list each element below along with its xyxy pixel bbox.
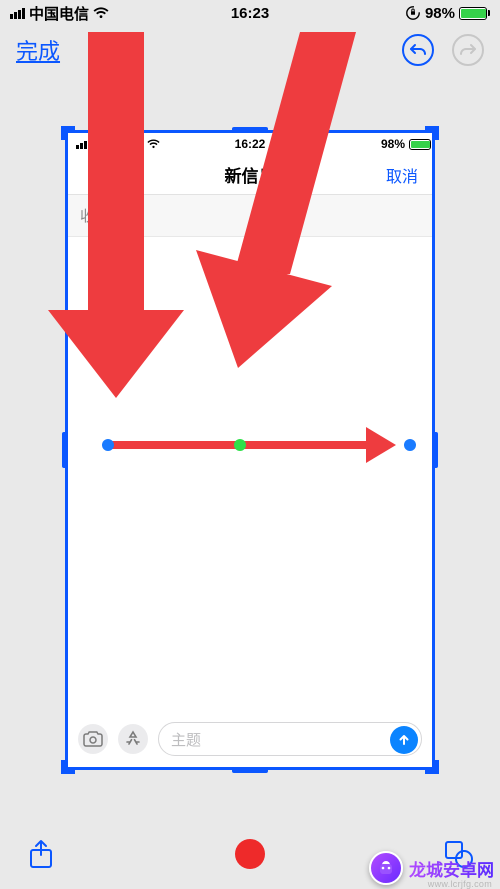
crop-handle-top-left[interactable] xyxy=(61,126,75,140)
done-button[interactable]: 完成 xyxy=(16,34,60,66)
crop-handle-right[interactable] xyxy=(432,432,438,468)
signal-icon xyxy=(10,8,25,19)
share-button[interactable] xyxy=(24,837,58,871)
battery-icon xyxy=(459,7,490,20)
color-picker-red[interactable] xyxy=(235,839,265,869)
battery-percent: 98% xyxy=(425,5,455,22)
crop-handle-top[interactable] xyxy=(232,127,268,133)
crop-frame[interactable]: 中…电信 16:22 98% 新信息 取消 收件 : xyxy=(65,130,435,770)
crop-handle-bottom[interactable] xyxy=(232,767,268,773)
crop-handle-bottom-right[interactable] xyxy=(425,760,439,774)
status-right: 98% xyxy=(405,5,490,22)
watermark-badge-icon xyxy=(369,851,403,885)
crop-handle-left[interactable] xyxy=(62,432,68,468)
status-left: 中国电信 xyxy=(10,3,109,24)
redo-button[interactable] xyxy=(452,34,484,66)
crop-handle-bottom-left[interactable] xyxy=(61,760,75,774)
crop-handle-top-right[interactable] xyxy=(425,126,439,140)
undo-button[interactable] xyxy=(402,34,434,66)
watermark-url: www.lcrjfg.com xyxy=(428,879,492,889)
watermark-brand: 龙城安卓网 xyxy=(409,856,494,881)
editor-toolbar: 完成 xyxy=(0,26,500,74)
orientation-lock-icon xyxy=(405,5,421,21)
status-bar: 中国电信 16:23 98% xyxy=(0,0,500,26)
wifi-icon xyxy=(93,7,109,19)
carrier-label: 中国电信 xyxy=(29,3,89,24)
crop-border xyxy=(65,130,435,770)
